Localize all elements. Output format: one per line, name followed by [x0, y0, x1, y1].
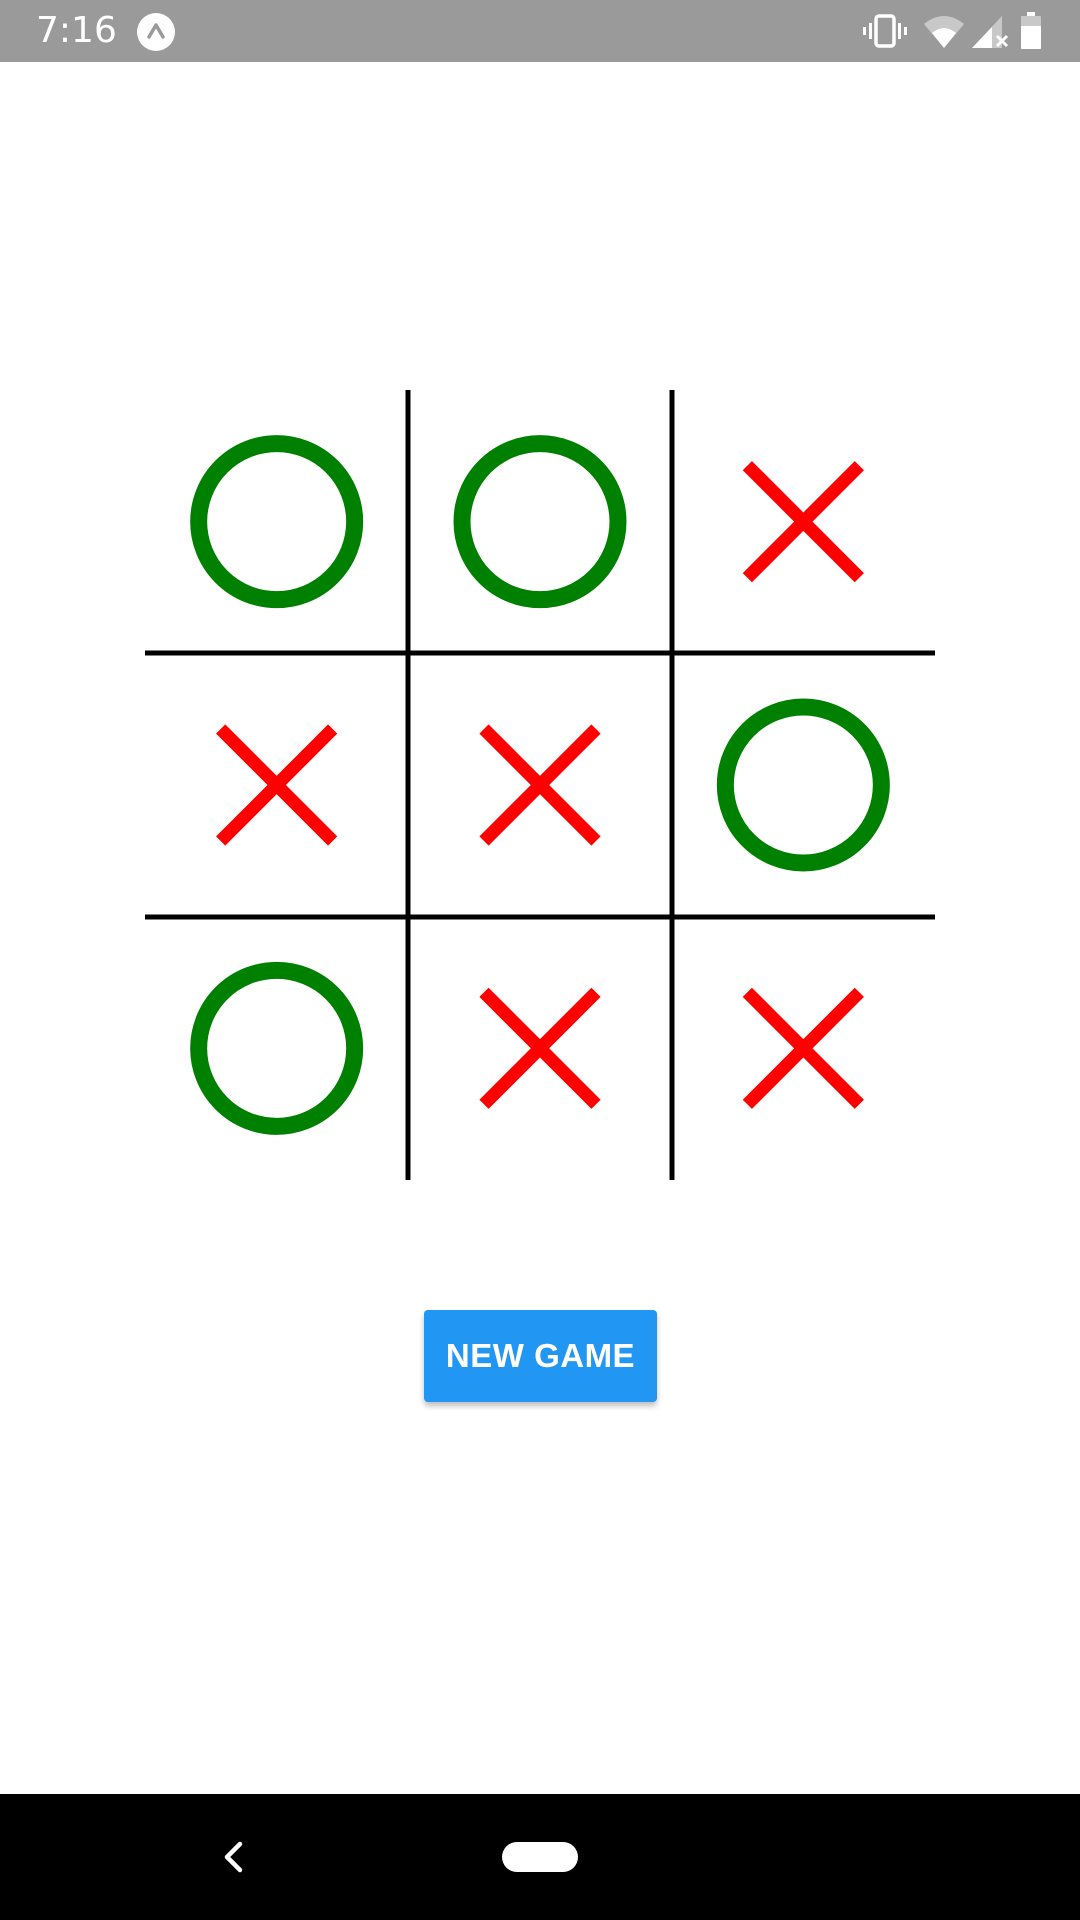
- board-canvas: [145, 390, 935, 1180]
- board-cell[interactable]: [408, 917, 671, 1180]
- board-cell[interactable]: [145, 917, 408, 1180]
- app-notification-icon: [137, 13, 175, 51]
- wifi-icon: [924, 16, 964, 48]
- battery-icon: [1021, 12, 1041, 49]
- new-game-button[interactable]: NEW GAME: [424, 1310, 657, 1402]
- cellular-signal-icon: [972, 16, 1009, 48]
- board-cell[interactable]: [672, 917, 935, 1180]
- back-icon[interactable]: [208, 1832, 258, 1882]
- home-pill-icon[interactable]: [502, 1842, 578, 1872]
- game-board: [145, 390, 935, 1180]
- navigation-bar: [0, 1794, 1080, 1920]
- status-bar: 7:16: [0, 0, 1080, 62]
- board-cell[interactable]: [672, 653, 935, 916]
- status-time: 7:16: [36, 10, 117, 51]
- board-cell[interactable]: [408, 390, 671, 653]
- screen: 7:16 NEW GAME: [0, 0, 1080, 1920]
- board-cell[interactable]: [672, 390, 935, 653]
- board-cell[interactable]: [408, 653, 671, 916]
- board-cell[interactable]: [145, 653, 408, 916]
- board-cell[interactable]: [145, 390, 408, 653]
- vibrate-icon: [863, 14, 907, 48]
